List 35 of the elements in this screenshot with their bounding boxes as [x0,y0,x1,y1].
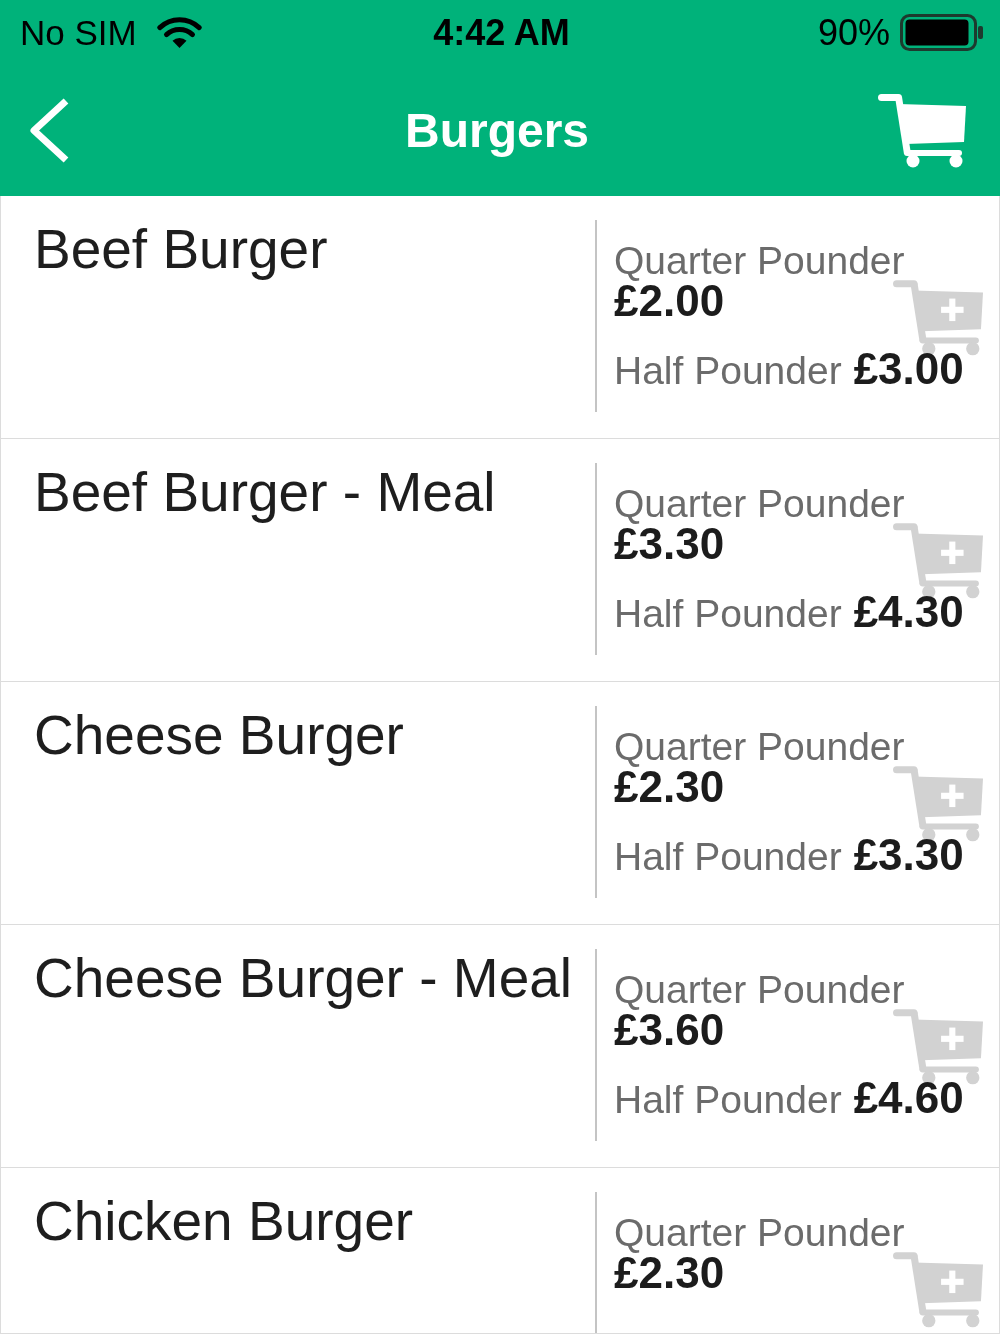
price-label: £3.00 [853,349,964,389]
size-label: Half Pounder [614,594,842,634]
item-name: Beef Burger - Meal [34,461,496,523]
size-label: Half Pounder [614,837,842,877]
size-label: Quarter Pounder [614,484,905,524]
size-label: Quarter Pounder [614,970,905,1010]
cart-plus-icon [893,1252,983,1328]
size-label: Quarter Pounder [614,241,905,281]
size-label: Quarter Pounder [614,727,905,767]
price-label: £2.30 [614,1253,725,1293]
cart-button[interactable] [878,93,966,168]
item-name: Chicken Burger [34,1190,414,1252]
back-button[interactable] [28,97,70,164]
item-name: Beef Burger [34,218,328,280]
size-label: Half Pounder [614,1080,842,1120]
item-name: Cheese Burger [34,704,404,766]
price-label: £2.00 [614,281,725,321]
price-label: £3.30 [853,835,964,875]
clock-time: 4:42 AM [433,14,570,51]
price-label: £2.30 [614,767,725,807]
size-label: Half Pounder [614,351,842,391]
battery-icon [900,14,983,51]
price-label: £4.30 [853,592,964,632]
chevron-left-icon [28,97,70,164]
price-label: £3.30 [614,524,725,564]
wifi-icon [156,16,202,49]
item-name: Cheese Burger - Meal [34,947,573,1009]
page-title: Burgers [404,106,590,155]
price-label: £4.60 [853,1078,964,1118]
cart-icon [878,93,966,168]
carrier-label: No SIM [20,15,137,50]
size-label: Quarter Pounder [614,1213,905,1253]
add-to-cart-button[interactable] [893,1252,983,1328]
battery-percentage: 90% [817,14,890,51]
price-label: £3.60 [614,1010,725,1050]
